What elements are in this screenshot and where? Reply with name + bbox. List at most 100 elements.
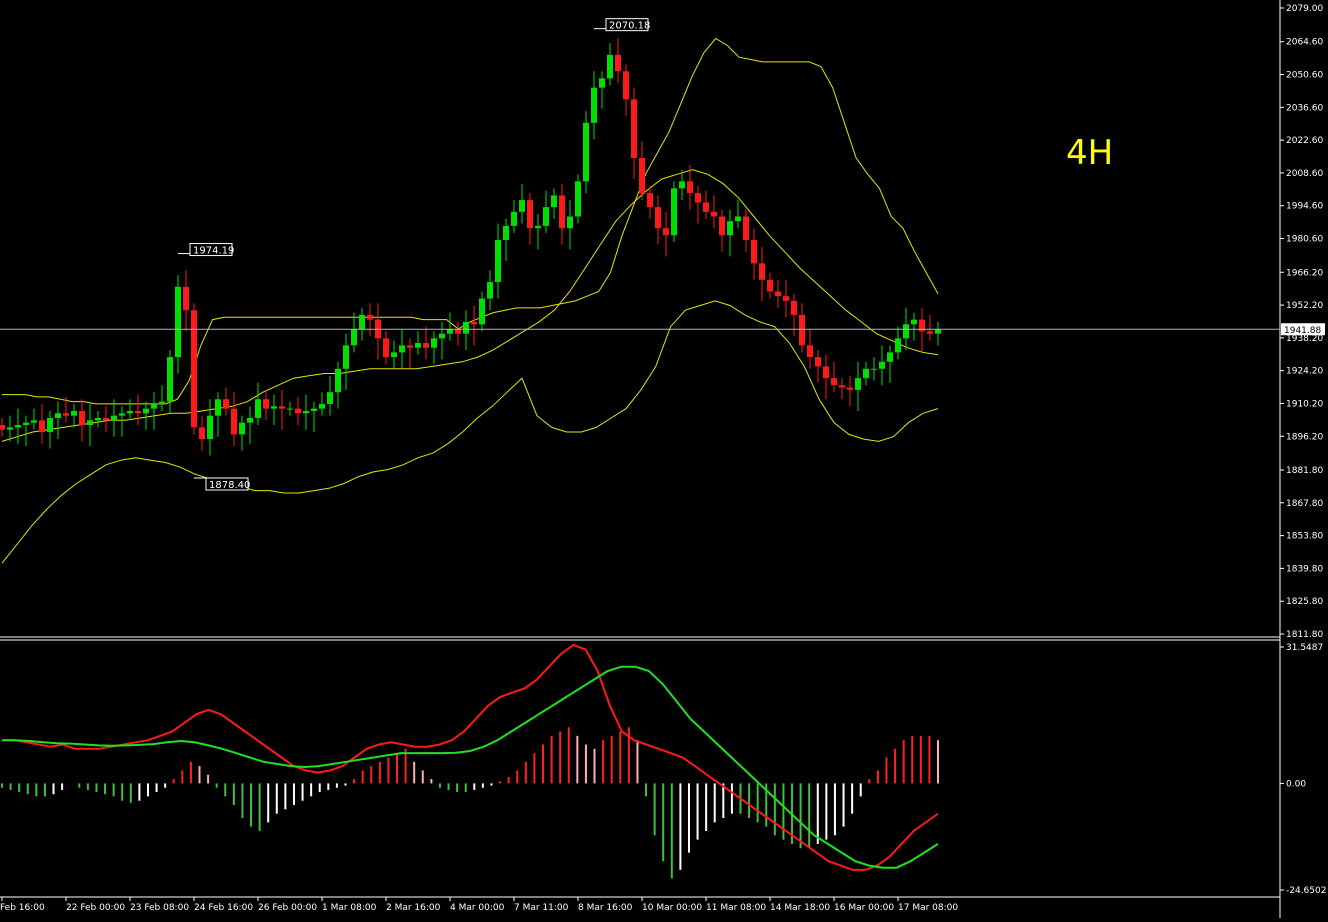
candle-body	[647, 193, 653, 208]
candle-body	[823, 366, 829, 379]
candle-body	[143, 408, 149, 414]
candle-body	[519, 200, 525, 212]
price-tick-label: 1980.60	[1286, 235, 1323, 245]
candle-body	[391, 352, 397, 358]
candle-body	[927, 331, 933, 334]
candle-body	[911, 319, 917, 325]
candle-body	[407, 345, 413, 348]
candle-body	[543, 207, 549, 226]
candle-body	[511, 211, 517, 226]
candle-body	[807, 345, 813, 358]
annotation-label: 2070.18	[609, 21, 650, 32]
candle-body	[663, 228, 669, 236]
candle-body	[903, 324, 909, 339]
time-tick-label: 10 Mar 00:00	[642, 903, 702, 913]
candle-body	[879, 361, 885, 369]
candle-body	[863, 368, 869, 379]
candle-body	[87, 420, 93, 426]
candle-body	[855, 378, 861, 390]
candle-body	[231, 408, 237, 435]
candle-body	[751, 239, 757, 264]
candle-body	[351, 328, 357, 346]
price-tick-label: 1839.80	[1286, 564, 1323, 574]
candle-body	[767, 279, 773, 292]
macd-tick-label: 31.5487	[1286, 643, 1323, 653]
candle-body	[343, 345, 349, 369]
candle-body	[431, 338, 437, 348]
time-tick-label: 23 Feb 08:00	[130, 903, 189, 913]
candle-body	[615, 54, 621, 72]
macd-tick-label: 0.00	[1286, 779, 1306, 789]
annotation-label: 1878.40	[209, 480, 250, 491]
candle-body	[463, 321, 469, 334]
candle-body	[679, 181, 685, 189]
candle-body	[79, 410, 85, 426]
price-tick-label: 1825.80	[1286, 597, 1323, 607]
candle-body	[23, 422, 29, 426]
price-tick-label: 1924.20	[1286, 367, 1323, 377]
price-tick-label: 1867.80	[1286, 499, 1323, 509]
candle-body	[695, 193, 701, 203]
candle-body	[135, 410, 141, 414]
candle-body	[303, 410, 309, 414]
candle-body	[207, 415, 213, 440]
candle-body	[471, 321, 477, 325]
candle-body	[367, 314, 373, 320]
time-tick-label: 4 Mar 00:00	[450, 903, 505, 913]
candle-body	[319, 403, 325, 409]
candle-body	[175, 286, 181, 358]
candle-body	[527, 200, 533, 229]
price-tick-label: 2064.60	[1286, 38, 1323, 48]
candle-body	[47, 417, 53, 433]
candle-body	[103, 417, 109, 421]
candle-body	[247, 417, 253, 423]
candle-body	[503, 225, 509, 240]
candle-body	[535, 225, 541, 229]
time-tick-label: 11 Mar 08:00	[706, 903, 766, 913]
price-tick-label: 1994.60	[1286, 202, 1323, 212]
price-tick-label: 1952.20	[1286, 301, 1323, 311]
candle-body	[215, 399, 221, 416]
price-tick-label: 2036.60	[1286, 103, 1323, 113]
candle-body	[423, 343, 429, 348]
time-tick-label: 14 Mar 18:00	[770, 903, 830, 913]
candle-body	[271, 406, 277, 409]
candle-body	[31, 420, 37, 423]
price-tick-label: 1811.80	[1286, 630, 1323, 640]
price-tick-label: 2022.60	[1286, 136, 1323, 146]
candle-body	[327, 392, 333, 404]
candle-body	[727, 221, 733, 236]
candle-body	[0, 425, 5, 430]
candle-body	[639, 157, 645, 194]
candle-body	[599, 78, 605, 88]
chart-root: 1941.88 2070.18 1974.19 1878.40 4H 2079.00 20…	[0, 0, 1328, 918]
candle-body	[703, 202, 709, 212]
candle-body	[71, 410, 77, 416]
candle-body	[631, 99, 637, 158]
candle-body	[575, 181, 581, 217]
candle-body	[847, 387, 853, 390]
candle-body	[295, 408, 301, 414]
time-tick-label: 26 Feb 00:00	[258, 903, 317, 913]
time-tick-label: 24 Feb 16:00	[194, 903, 253, 913]
price-tick-label: 2079.00	[1286, 4, 1323, 14]
candle-body	[63, 413, 69, 416]
candle-body	[111, 415, 117, 421]
candle-body	[263, 399, 269, 409]
candle-body	[287, 408, 293, 410]
candle-body	[783, 296, 789, 301]
candle-body	[39, 420, 45, 433]
price-tick-label: 1938.20	[1286, 334, 1323, 344]
candle-body	[279, 406, 285, 409]
time-tick-label: 17 Mar 08:00	[898, 903, 958, 913]
candle-body	[151, 403, 157, 409]
time-tick-label: 7 Mar 11:00	[514, 903, 569, 913]
time-tick-label: 1 Mar 08:00	[322, 903, 377, 913]
candle-body	[383, 338, 389, 358]
candle-body	[583, 122, 589, 182]
candle-body	[887, 352, 893, 362]
candle-body	[719, 216, 725, 236]
candle-body	[255, 399, 261, 418]
candle-body	[311, 408, 317, 411]
macd-tick-label: -24.6502	[1286, 886, 1326, 896]
